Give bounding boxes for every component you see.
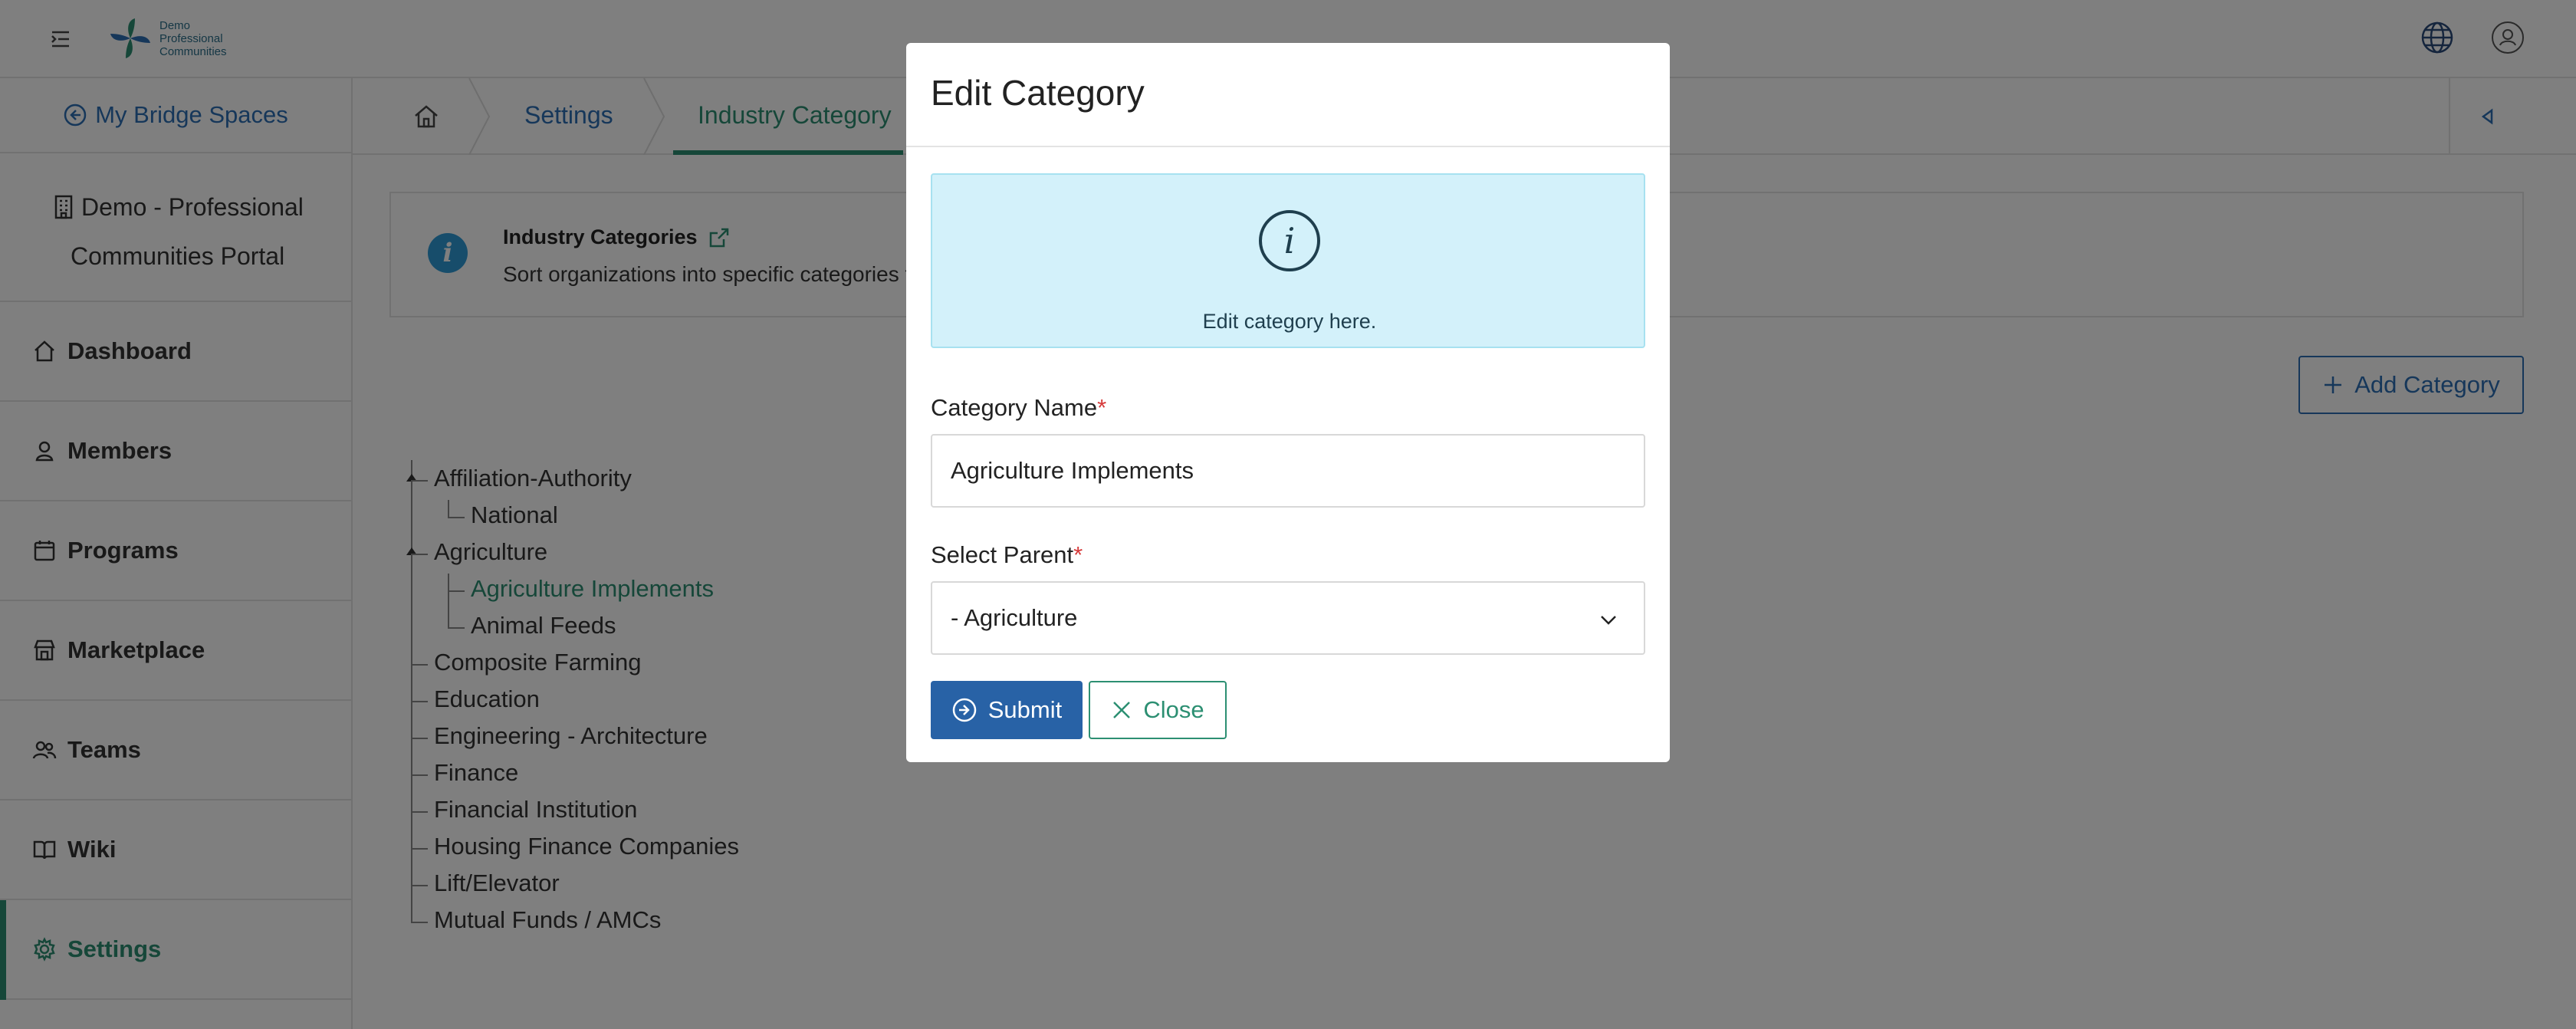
category-name-label-text: Category Name [931, 394, 1098, 421]
submit-label: Submit [987, 696, 1063, 723]
category-name-label: Category Name* [931, 394, 1106, 422]
alert-text: Edit category here. [1202, 310, 1377, 333]
select-parent-value: - Agriculture [951, 604, 1078, 631]
modal-title: Edit Category [931, 73, 1145, 113]
close-icon [1113, 702, 1131, 718]
arrow-right-circle-icon [952, 698, 976, 722]
modal-header: Edit Category [906, 43, 1670, 147]
select-parent-label: Select Parent* [931, 541, 1083, 569]
close-label: Close [1143, 696, 1204, 723]
svg-text:i: i [1284, 220, 1296, 261]
category-name-input[interactable] [931, 434, 1645, 508]
chevron-down-icon [1601, 616, 1616, 625]
submit-button[interactable]: Submit [931, 681, 1083, 739]
select-parent-dropdown[interactable]: - Agriculture [931, 581, 1645, 655]
close-button[interactable]: Close [1089, 681, 1227, 739]
info-alert: i Edit category here. [931, 173, 1645, 348]
edit-category-modal: Edit Category i Edit category here. Cate… [906, 43, 1670, 762]
required-mark: * [1097, 394, 1107, 421]
select-parent-label-text: Select Parent [931, 541, 1074, 568]
info-circle-icon: i [1259, 210, 1320, 271]
required-mark: * [1073, 541, 1083, 568]
